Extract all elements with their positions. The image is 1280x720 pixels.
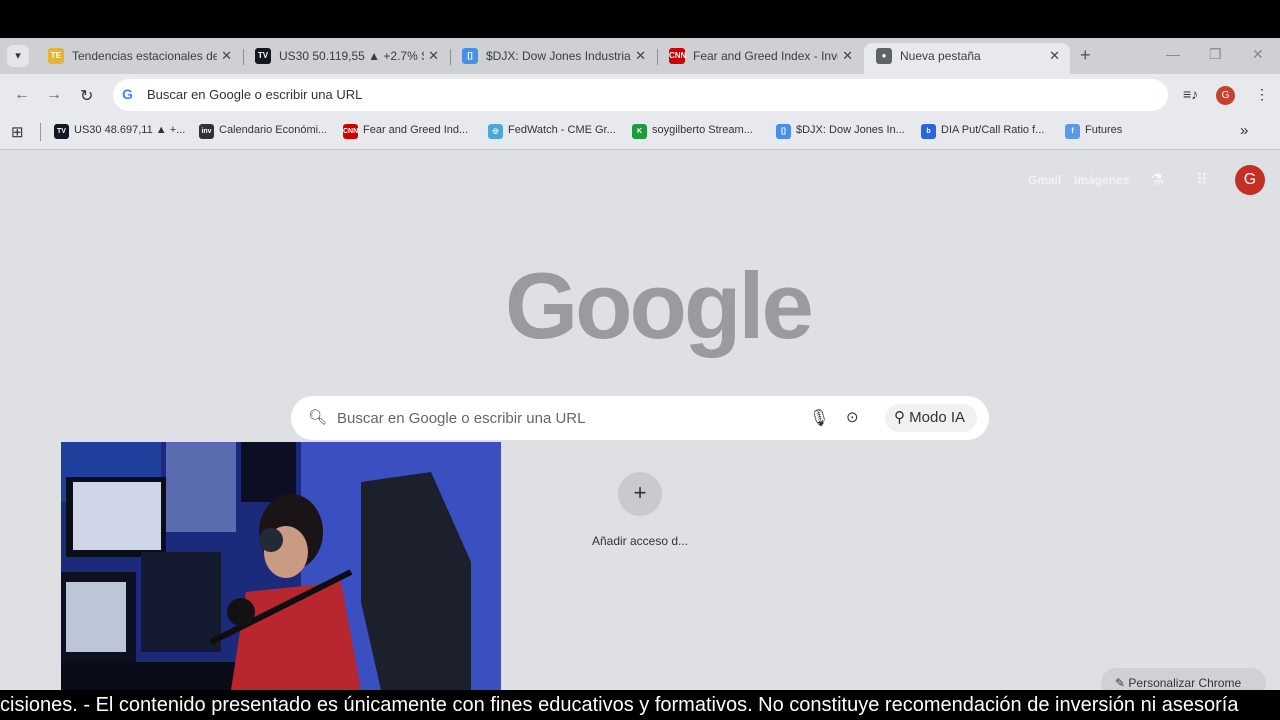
minimize-icon[interactable]: — (1166, 46, 1180, 62)
bookmark-label: soygilberto Stream... (652, 124, 753, 136)
bookmark-favicon-icon: [] (776, 124, 791, 139)
bookmark-item[interactable]: ◎ FedWatch - CME Gr... (488, 124, 616, 139)
bookmark-item[interactable]: [] $DJX: Dow Jones In... (776, 124, 905, 139)
bookmark-item[interactable]: inv Calendario Económi... (199, 124, 328, 139)
bookmark-favicon-icon: ◎ (488, 124, 503, 139)
chevron-right-icon[interactable]: » (1240, 122, 1248, 139)
pc-tower (141, 552, 221, 652)
add-shortcut-button[interactable]: + (618, 472, 662, 516)
close-icon[interactable]: ✕ (1049, 43, 1060, 69)
close-icon[interactable]: ✕ (221, 43, 232, 69)
microphone (227, 598, 255, 626)
lens-camera-icon[interactable]: ⊙ (846, 408, 859, 426)
bookmark-item[interactable]: b DIA Put/Call Ratio f... (921, 124, 1045, 139)
bookmark-favicon-icon: TV (54, 124, 69, 139)
bookmark-label: US30 48.697,11 ▲ +... (74, 124, 186, 136)
desk (61, 662, 261, 690)
bookmarks-bar: ⊞ TV US30 48.697,11 ▲ +... inv Calendario … (0, 116, 1280, 150)
search-box[interactable]: 🔍︎ Buscar en Google o escribir una URL 🎙… (291, 396, 989, 440)
google-logo: Google (505, 253, 814, 358)
apps-grid-icon[interactable]: ⊞ (11, 123, 24, 141)
bookmark-label: $DJX: Dow Jones In... (796, 124, 905, 136)
ai-mode-label: Modo IA (909, 409, 966, 426)
back-arrow-icon[interactable]: ← (14, 86, 30, 104)
forward-arrow-icon[interactable]: → (46, 86, 62, 104)
address-bar[interactable]: G Buscar en Google o escribir una URL (113, 79, 1168, 111)
tab-search-button[interactable]: ▾ (7, 45, 29, 67)
search-placeholder: Buscar en Google o escribir una URL (337, 410, 586, 427)
bookmark-item[interactable]: TV US30 48.697,11 ▲ +... (54, 124, 186, 139)
new-tab-button[interactable]: + (1080, 45, 1091, 66)
tab-title: Tendencias estacionales del (72, 49, 217, 63)
bookmark-item[interactable]: f Futures (1065, 124, 1123, 139)
tab-4[interactable]: CNN Fear and Greed Index - Inve ✕ (657, 43, 863, 74)
poster-wolf (166, 442, 236, 532)
bookmark-favicon-icon: inv (199, 124, 214, 139)
tab-strip: ▾ TE Tendencias estacionales del ✕ TV US… (0, 38, 1280, 74)
tab-title: US30 50.119,55 ▲ +2.7% Sin (279, 49, 424, 63)
tab-title: $DJX: Dow Jones Industrials (486, 49, 631, 63)
sparkle-search-icon: ⚲ (894, 409, 905, 426)
bookmark-label: Fear and Greed Ind... (363, 124, 469, 136)
customize-label: Personalizar Chrome (1128, 676, 1242, 690)
headphone-icon (259, 528, 283, 552)
bookmark-item[interactable]: Ksoygilberto Stream... (632, 124, 753, 139)
profile-avatar[interactable]: G (1216, 86, 1235, 105)
disclaimer-ticker: cisiones. - El contenido presentado es ú… (0, 690, 1280, 720)
address-placeholder: Buscar en Google o escribir una URL (147, 87, 363, 102)
bookmark-label: DIA Put/Call Ratio f... (941, 124, 1045, 136)
poster-dark (241, 442, 296, 502)
top-black-bar (0, 0, 1280, 38)
monitor-bottom-screen (66, 582, 126, 652)
images-link[interactable]: Imágenes (1074, 173, 1129, 187)
tab-title: Nueva pestaña (900, 49, 981, 63)
pencil-icon: ✎ (1115, 676, 1126, 690)
add-shortcut-label[interactable]: Añadir acceso d... (570, 534, 710, 548)
webcam-overlay (61, 442, 501, 690)
webcam-scene (61, 442, 501, 690)
tab-5-active[interactable]: ● Nueva pestaña ✕ (864, 43, 1070, 74)
screen: ▾ TE Tendencias estacionales del ✕ TV US… (0, 0, 1280, 720)
monitor-screen (73, 482, 161, 550)
gmail-link[interactable]: Gmail (1028, 173, 1061, 187)
google-g-icon: G (122, 86, 133, 102)
tab-favicon-icon: [] (462, 48, 478, 64)
bookmark-favicon-icon: CNN (343, 124, 358, 139)
tab-favicon-icon: TV (255, 48, 271, 64)
labs-flask-icon[interactable]: ⚗ (1150, 170, 1164, 190)
apps-launcher-icon[interactable]: ⠿ (1196, 170, 1208, 190)
tab-title: Fear and Greed Index - Inve (693, 49, 838, 63)
tab-1[interactable]: TE Tendencias estacionales del ✕ (36, 43, 242, 74)
bookmark-favicon-icon: f (1065, 124, 1080, 139)
reload-icon[interactable]: ↻ (80, 86, 93, 106)
close-icon[interactable]: ✕ (635, 43, 646, 69)
window-close-icon[interactable]: ✕ (1252, 46, 1264, 63)
browser-toolbar: ← → ↻ G Buscar en Google o escribir una … (0, 74, 1280, 116)
ai-mode-button[interactable]: ⚲ Modo IA (885, 404, 977, 432)
bookmark-separator (40, 123, 41, 141)
tab-favicon-icon: ● (876, 48, 892, 64)
tab-2[interactable]: TV US30 50.119,55 ▲ +2.7% Sin ✕ (243, 43, 449, 74)
media-control-icon[interactable]: ≡♪ (1183, 86, 1198, 102)
menu-kebab-icon[interactable]: ⋮ (1255, 86, 1269, 103)
account-avatar[interactable]: G (1235, 165, 1265, 195)
tab-3[interactable]: [] $DJX: Dow Jones Industrials ✕ (450, 43, 656, 74)
bookmark-favicon-icon: K (632, 124, 647, 139)
tab-favicon-icon: CNN (669, 48, 686, 64)
close-icon[interactable]: ✕ (842, 43, 853, 69)
bookmark-item[interactable]: CNN Fear and Greed Ind... (343, 124, 469, 139)
tab-favicon-icon: TE (48, 48, 64, 64)
bookmark-label: FedWatch - CME Gr... (508, 124, 616, 136)
microphone-icon[interactable]: 🎙︎ (809, 408, 829, 428)
bookmark-label: Futures (1085, 124, 1123, 136)
search-icon: 🔍︎ (308, 409, 328, 426)
bookmark-favicon-icon: b (921, 124, 936, 139)
close-icon[interactable]: ✕ (428, 43, 439, 69)
bookmark-label: Calendario Económi... (219, 124, 328, 136)
restore-icon[interactable]: ❐ (1209, 46, 1222, 63)
